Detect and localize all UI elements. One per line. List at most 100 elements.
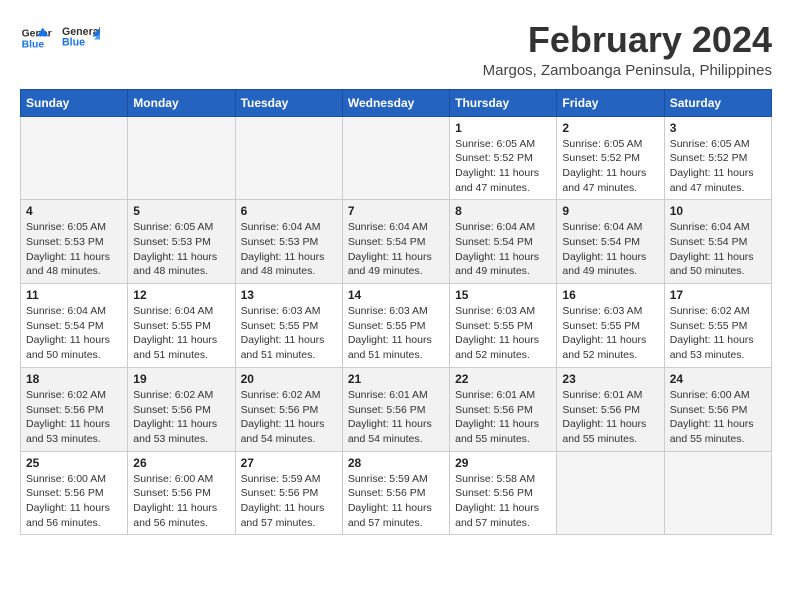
day-info: Sunrise: 6:01 AM Sunset: 5:56 PM Dayligh…	[348, 388, 444, 447]
day-info: Sunrise: 6:04 AM Sunset: 5:54 PM Dayligh…	[348, 220, 444, 279]
day-info: Sunrise: 5:59 AM Sunset: 5:56 PM Dayligh…	[241, 472, 337, 531]
calendar-cell: 22 Sunrise: 6:01 AM Sunset: 5:56 PM Dayli…	[450, 367, 557, 451]
calendar-cell: 9Sunrise: 6:04 AM Sunset: 5:54 PM Daylig…	[557, 200, 664, 284]
calendar-cell	[128, 116, 235, 200]
calendar-cell: 10 Sunrise: 6:04 AM Sunset: 5:54 PM Dayli…	[664, 200, 771, 284]
day-info: Sunrise: 6:04 AM Sunset: 5:55 PM Dayligh…	[133, 304, 229, 363]
calendar-cell: 16 Sunrise: 6:03 AM Sunset: 5:55 PM Dayli…	[557, 284, 664, 368]
day-number: 16	[562, 288, 658, 302]
day-info: Sunrise: 5:59 AM Sunset: 5:56 PM Dayligh…	[348, 472, 444, 531]
svg-text:Blue: Blue	[22, 40, 45, 51]
day-number: 23	[562, 372, 658, 386]
calendar-cell	[21, 116, 128, 200]
calendar-cell	[557, 451, 664, 535]
day-info: Sunrise: 6:03 AM Sunset: 5:55 PM Dayligh…	[348, 304, 444, 363]
day-info: Sunrise: 6:01 AM Sunset: 5:56 PM Dayligh…	[455, 388, 551, 447]
calendar-cell: 27 Sunrise: 5:59 AM Sunset: 5:56 PM Dayli…	[235, 451, 342, 535]
calendar-table: SundayMondayTuesdayWednesdayThursdayFrid…	[20, 89, 772, 536]
calendar-body: 1 Sunrise: 6:05 AM Sunset: 5:52 PM Daylig…	[21, 116, 772, 535]
day-info: Sunrise: 6:04 AM Sunset: 5:53 PM Dayligh…	[241, 220, 337, 279]
calendar-cell: 5 Sunrise: 6:05 AM Sunset: 5:53 PM Daylig…	[128, 200, 235, 284]
weekday-header-friday: Friday	[557, 89, 664, 116]
day-number: 18	[26, 372, 122, 386]
day-number: 22	[455, 372, 551, 386]
weekday-header-wednesday: Wednesday	[342, 89, 449, 116]
calendar-cell: 2 Sunrise: 6:05 AM Sunset: 5:52 PM Daylig…	[557, 116, 664, 200]
day-number: 1	[455, 121, 551, 135]
logo-blue-text: Blue	[62, 37, 85, 49]
day-number: 4	[26, 204, 122, 218]
day-info: Sunrise: 6:02 AM Sunset: 5:55 PM Dayligh…	[670, 304, 766, 363]
day-number: 21	[348, 372, 444, 386]
page-header: General Blue General Blue February 2024 …	[20, 20, 772, 79]
day-info: Sunrise: 6:02 AM Sunset: 5:56 PM Dayligh…	[133, 388, 229, 447]
day-info: Sunrise: 6:05 AM Sunset: 5:53 PM Dayligh…	[133, 220, 229, 279]
calendar-cell: 21 Sunrise: 6:01 AM Sunset: 5:56 PM Dayli…	[342, 367, 449, 451]
day-info: Sunrise: 6:05 AM Sunset: 5:53 PM Dayligh…	[26, 220, 122, 279]
calendar-cell	[235, 116, 342, 200]
calendar-cell: 28Sunrise: 5:59 AM Sunset: 5:56 PM Dayli…	[342, 451, 449, 535]
day-number: 3	[670, 121, 766, 135]
calendar-week-2: 4 Sunrise: 6:05 AM Sunset: 5:53 PM Daylig…	[21, 200, 772, 284]
calendar-cell: 14 Sunrise: 6:03 AM Sunset: 5:55 PM Dayli…	[342, 284, 449, 368]
calendar-cell: 20Sunrise: 6:02 AM Sunset: 5:56 PM Dayli…	[235, 367, 342, 451]
calendar-cell: 15Sunrise: 6:03 AM Sunset: 5:55 PM Dayli…	[450, 284, 557, 368]
day-info: Sunrise: 6:02 AM Sunset: 5:56 PM Dayligh…	[241, 388, 337, 447]
weekday-header-tuesday: Tuesday	[235, 89, 342, 116]
weekday-header-sunday: Sunday	[21, 89, 128, 116]
calendar-week-5: 25 Sunrise: 6:00 AM Sunset: 5:56 PM Dayli…	[21, 451, 772, 535]
calendar-cell: 18 Sunrise: 6:02 AM Sunset: 5:56 PM Dayli…	[21, 367, 128, 451]
day-number: 7	[348, 204, 444, 218]
calendar-cell: 24Sunrise: 6:00 AM Sunset: 5:56 PM Dayli…	[664, 367, 771, 451]
day-number: 11	[26, 288, 122, 302]
calendar-cell: 17 Sunrise: 6:02 AM Sunset: 5:55 PM Dayli…	[664, 284, 771, 368]
day-info: Sunrise: 6:05 AM Sunset: 5:52 PM Dayligh…	[670, 137, 766, 196]
calendar-cell: 12 Sunrise: 6:04 AM Sunset: 5:55 PM Dayli…	[128, 284, 235, 368]
day-info: Sunrise: 5:58 AM Sunset: 5:56 PM Dayligh…	[455, 472, 551, 531]
day-info: Sunrise: 6:03 AM Sunset: 5:55 PM Dayligh…	[562, 304, 658, 363]
calendar-cell: 1Sunrise: 6:05 AM Sunset: 5:52 PM Daylig…	[450, 116, 557, 200]
title-section: February 2024 Margos, Zamboanga Peninsul…	[483, 20, 772, 79]
day-number: 10	[670, 204, 766, 218]
day-info: Sunrise: 6:04 AM Sunset: 5:54 PM Dayligh…	[670, 220, 766, 279]
day-number: 17	[670, 288, 766, 302]
day-number: 2	[562, 121, 658, 135]
calendar-cell: 6 Sunrise: 6:04 AM Sunset: 5:53 PM Daylig…	[235, 200, 342, 284]
day-number: 6	[241, 204, 337, 218]
calendar-cell: 13 Sunrise: 6:03 AM Sunset: 5:55 PM Dayli…	[235, 284, 342, 368]
calendar-cell: 19 Sunrise: 6:02 AM Sunset: 5:56 PM Dayli…	[128, 367, 235, 451]
calendar-cell	[342, 116, 449, 200]
calendar-week-4: 18 Sunrise: 6:02 AM Sunset: 5:56 PM Dayli…	[21, 367, 772, 451]
calendar-cell: 25Sunrise: 6:00 AM Sunset: 5:56 PM Dayli…	[21, 451, 128, 535]
calendar-week-1: 1 Sunrise: 6:05 AM Sunset: 5:52 PM Daylig…	[21, 116, 772, 200]
day-number: 27	[241, 456, 337, 470]
calendar-cell: 8Sunrise: 6:04 AM Sunset: 5:54 PM Daylig…	[450, 200, 557, 284]
weekday-header-monday: Monday	[128, 89, 235, 116]
day-number: 15	[455, 288, 551, 302]
day-number: 29	[455, 456, 551, 470]
day-number: 19	[133, 372, 229, 386]
day-number: 12	[133, 288, 229, 302]
day-info: Sunrise: 6:04 AM Sunset: 5:54 PM Dayligh…	[562, 220, 658, 279]
calendar-cell: 26 Sunrise: 6:00 AM Sunset: 5:56 PM Dayli…	[128, 451, 235, 535]
day-info: Sunrise: 6:00 AM Sunset: 5:56 PM Dayligh…	[133, 472, 229, 531]
calendar-cell: 4 Sunrise: 6:05 AM Sunset: 5:53 PM Daylig…	[21, 200, 128, 284]
day-info: Sunrise: 6:03 AM Sunset: 5:55 PM Dayligh…	[241, 304, 337, 363]
calendar-cell: 11Sunrise: 6:04 AM Sunset: 5:54 PM Dayli…	[21, 284, 128, 368]
logo-icon: General Blue	[20, 22, 52, 54]
day-number: 26	[133, 456, 229, 470]
logo: General Blue General Blue	[20, 20, 100, 56]
weekday-header-row: SundayMondayTuesdayWednesdayThursdayFrid…	[21, 89, 772, 116]
day-info: Sunrise: 6:02 AM Sunset: 5:56 PM Dayligh…	[26, 388, 122, 447]
day-info: Sunrise: 6:00 AM Sunset: 5:56 PM Dayligh…	[670, 388, 766, 447]
location-subtitle: Margos, Zamboanga Peninsula, Philippines	[483, 62, 772, 79]
day-info: Sunrise: 6:01 AM Sunset: 5:56 PM Dayligh…	[562, 388, 658, 447]
calendar-cell: 7 Sunrise: 6:04 AM Sunset: 5:54 PM Daylig…	[342, 200, 449, 284]
day-info: Sunrise: 6:05 AM Sunset: 5:52 PM Dayligh…	[562, 137, 658, 196]
day-number: 14	[348, 288, 444, 302]
day-number: 5	[133, 204, 229, 218]
day-number: 13	[241, 288, 337, 302]
calendar-cell	[664, 451, 771, 535]
calendar-cell: 23 Sunrise: 6:01 AM Sunset: 5:56 PM Dayli…	[557, 367, 664, 451]
day-number: 25	[26, 456, 122, 470]
